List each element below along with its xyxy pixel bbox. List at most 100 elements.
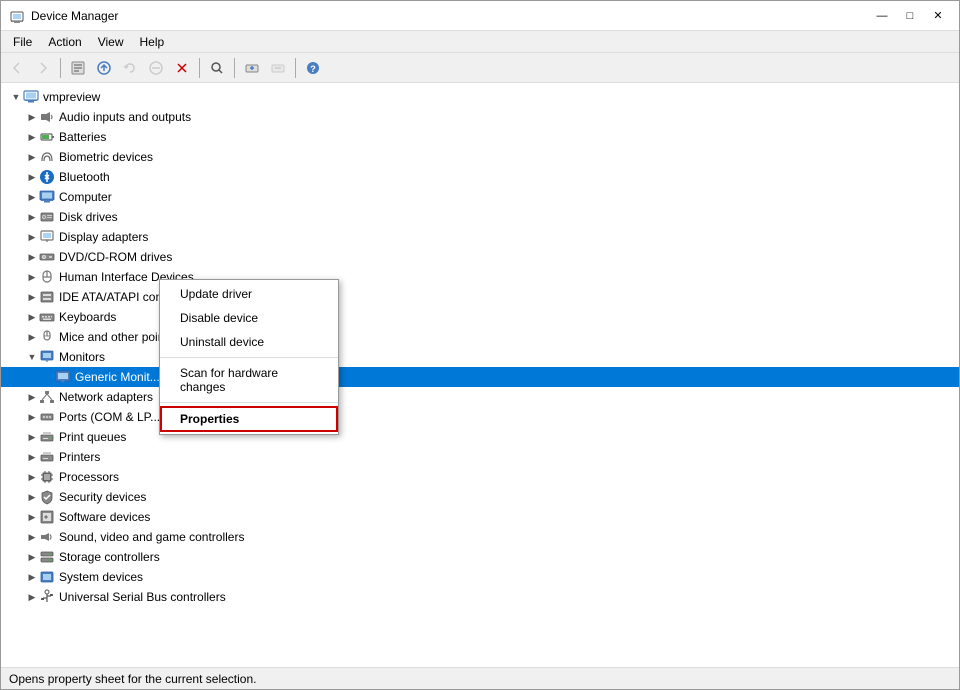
keyboard-icon xyxy=(39,309,55,325)
generic-monitor-icon xyxy=(55,369,71,385)
toolbar-info-button[interactable]: ? xyxy=(301,56,325,80)
toolbar-properties-button[interactable] xyxy=(66,56,90,80)
security-icon xyxy=(39,489,55,505)
bluetooth-label: Bluetooth xyxy=(59,170,110,184)
tree-item-monitors[interactable]: ▼ Monitors xyxy=(1,347,959,367)
tree-item-system[interactable]: ▶ System devices xyxy=(1,567,959,587)
expand-icon-computer: ▶ xyxy=(25,190,39,204)
close-button[interactable]: ✕ xyxy=(925,6,951,26)
print-queues-label: Print queues xyxy=(59,430,126,444)
bluetooth-icon xyxy=(39,169,55,185)
tree-item-usb[interactable]: ▶ Universal Serial Bus controllers xyxy=(1,587,959,607)
toolbar-separator-4 xyxy=(295,58,296,78)
ctx-disable-device[interactable]: Disable device xyxy=(160,306,338,330)
status-text: Opens property sheet for the current sel… xyxy=(9,672,256,686)
sound-label: Sound, video and game controllers xyxy=(59,530,244,544)
minimize-button[interactable]: — xyxy=(869,6,895,26)
menu-file[interactable]: File xyxy=(5,33,40,51)
expand-icon-batteries: ▶ xyxy=(25,130,39,144)
toolbar-scan-button[interactable] xyxy=(205,56,229,80)
tree-item-bluetooth[interactable]: ▶ Bluetooth xyxy=(1,167,959,187)
tree-item-generic-monitor[interactable]: Generic Monit... xyxy=(1,367,959,387)
tree-item-mice[interactable]: ▶ Mice and other pointing devices xyxy=(1,327,959,347)
toolbar-rollback-button[interactable] xyxy=(118,56,142,80)
tree-item-biometric[interactable]: ▶ Biometric devices xyxy=(1,147,959,167)
computer-device-icon xyxy=(39,189,55,205)
tree-item-ide[interactable]: ▶ IDE ATA/ATAPI controllers xyxy=(1,287,959,307)
tree-item-print-queues[interactable]: ▶ Print queues xyxy=(1,427,959,447)
expand-icon-biometric: ▶ xyxy=(25,150,39,164)
printer-icon xyxy=(39,449,55,465)
tree-item-network[interactable]: ▶ Network adapters xyxy=(1,387,959,407)
tree-item-hid[interactable]: ▶ Human Interface Devices xyxy=(1,267,959,287)
tree-item-batteries[interactable]: ▶ Batteries xyxy=(1,127,959,147)
tree-item-computer[interactable]: ▶ Computer xyxy=(1,187,959,207)
storage-label: Storage controllers xyxy=(59,550,160,564)
storage-icon xyxy=(39,549,55,565)
tree-item-sound[interactable]: ▶ Sound, video and game controllers xyxy=(1,527,959,547)
tree-item-ports[interactable]: ▶ Ports (COM & LP... xyxy=(1,407,959,427)
keyboards-label: Keyboards xyxy=(59,310,116,324)
tree-item-dvd[interactable]: ▶ DVD/CD-ROM drives xyxy=(1,247,959,267)
expand-icon-ports: ▶ xyxy=(25,410,39,424)
toolbar-remove-button[interactable] xyxy=(266,56,290,80)
battery-icon xyxy=(39,129,55,145)
expand-icon-printers: ▶ xyxy=(25,450,39,464)
monitors-label: Monitors xyxy=(59,350,105,364)
usb-label: Universal Serial Bus controllers xyxy=(59,590,226,604)
tree-item-storage[interactable]: ▶ Storage controllers xyxy=(1,547,959,567)
toolbar-uninstall-button[interactable] xyxy=(170,56,194,80)
ctx-separator-2 xyxy=(160,402,338,403)
tree-item-printers[interactable]: ▶ Printers xyxy=(1,447,959,467)
tree-item-keyboards[interactable]: ▶ Keyboards xyxy=(1,307,959,327)
tree-item-display[interactable]: ▶ Display adapters xyxy=(1,227,959,247)
toolbar-add-button[interactable] xyxy=(240,56,264,80)
tree-item-software[interactable]: ▶ Software devices xyxy=(1,507,959,527)
expand-icon-storage: ▶ xyxy=(25,550,39,564)
generic-monitor-label: Generic Monit... xyxy=(75,370,160,384)
root-label: vmpreview xyxy=(43,90,100,104)
expand-icon-generic-monitor xyxy=(41,370,55,384)
ctx-uninstall-device[interactable]: Uninstall device xyxy=(160,330,338,354)
expand-icon-dvd: ▶ xyxy=(25,250,39,264)
menu-view[interactable]: View xyxy=(90,33,132,51)
toolbar: ? xyxy=(1,53,959,83)
tree-item-security[interactable]: ▶ Security devices xyxy=(1,487,959,507)
tree-item-disk[interactable]: ▶ Disk drives xyxy=(1,207,959,227)
software-label: Software devices xyxy=(59,510,150,524)
computer-label: Computer xyxy=(59,190,112,204)
status-bar: Opens property sheet for the current sel… xyxy=(1,667,959,689)
tree-item-audio[interactable]: ▶ Audio inputs and outputs xyxy=(1,107,959,127)
expand-icon-security: ▶ xyxy=(25,490,39,504)
menu-action[interactable]: Action xyxy=(40,33,89,51)
expand-icon-sound: ▶ xyxy=(25,530,39,544)
ctx-properties[interactable]: Properties xyxy=(160,406,338,432)
maximize-button[interactable]: □ xyxy=(897,6,923,26)
dvd-icon xyxy=(39,249,55,265)
dvd-label: DVD/CD-ROM drives xyxy=(59,250,172,264)
expand-icon-ide: ▶ xyxy=(25,290,39,304)
toolbar-disable-button[interactable] xyxy=(144,56,168,80)
tree-item-processors[interactable]: ▶ Processors xyxy=(1,467,959,487)
expand-icon-disk: ▶ xyxy=(25,210,39,224)
ctx-scan-hardware[interactable]: Scan for hardware changes xyxy=(160,361,338,399)
computer-icon xyxy=(23,89,39,105)
svg-text:?: ? xyxy=(310,64,316,74)
toolbar-back-button[interactable] xyxy=(5,56,29,80)
expand-icon-bluetooth: ▶ xyxy=(25,170,39,184)
biometric-label: Biometric devices xyxy=(59,150,153,164)
mouse-icon xyxy=(39,329,55,345)
device-tree[interactable]: ▼ vmpreview ▶ xyxy=(1,83,959,667)
ctx-update-driver[interactable]: Update driver xyxy=(160,282,338,306)
processors-label: Processors xyxy=(59,470,119,484)
software-icon xyxy=(39,509,55,525)
context-menu: Update driver Disable device Uninstall d… xyxy=(159,279,339,435)
expand-icon-root: ▼ xyxy=(9,90,23,104)
tree-item-root[interactable]: ▼ vmpreview xyxy=(1,87,959,107)
audio-icon xyxy=(39,109,55,125)
toolbar-update-button[interactable] xyxy=(92,56,116,80)
menu-help[interactable]: Help xyxy=(132,33,173,51)
toolbar-forward-button[interactable] xyxy=(31,56,55,80)
sound-icon xyxy=(39,529,55,545)
expand-icon-hid: ▶ xyxy=(25,270,39,284)
